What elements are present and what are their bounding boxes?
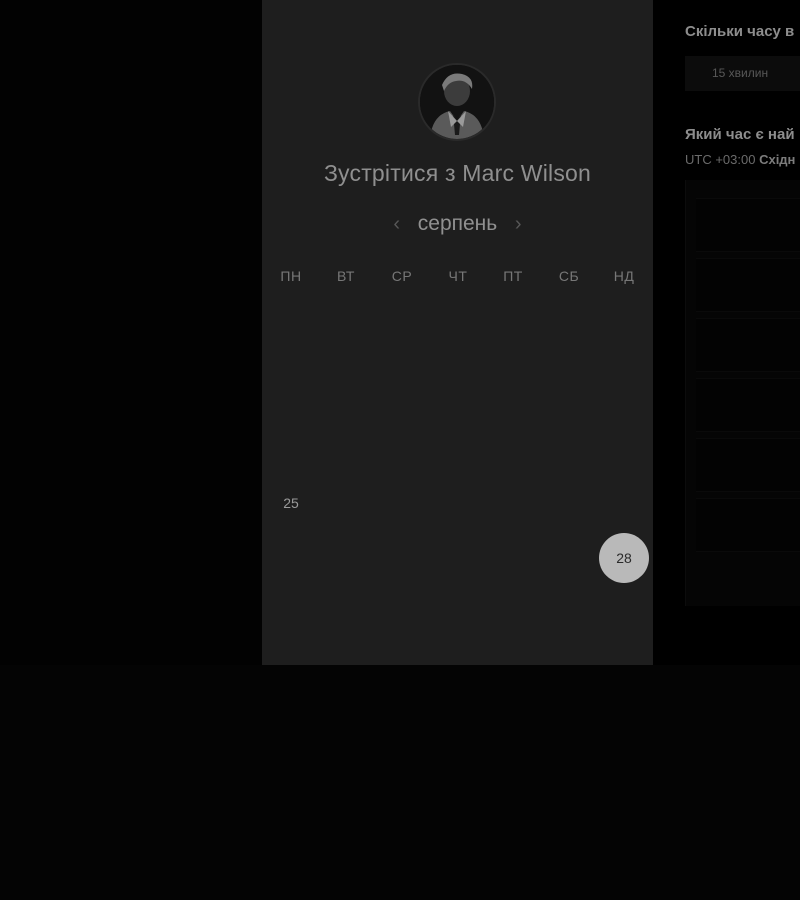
- calendar-day[interactable]: 25: [266, 478, 316, 528]
- time-question: Який час є най: [685, 126, 795, 143]
- calendar-day: [377, 366, 427, 416]
- month-navigation: ‹ серпень ›: [262, 208, 653, 240]
- footer-area: [0, 665, 800, 900]
- calendar-day: [544, 310, 594, 360]
- calendar-day: [377, 310, 427, 360]
- page-title: Зустрітися з Marc Wilson: [323, 160, 592, 186]
- calendar-day-selected[interactable]: 28: [599, 533, 649, 583]
- calendar-day: [266, 366, 316, 416]
- weekday-header: ПН ВТ СР ЧТ ПТ СБ НД: [262, 268, 653, 292]
- avatar: [418, 63, 496, 141]
- calendar-day: [599, 310, 649, 360]
- time-slot[interactable]: [696, 198, 800, 252]
- month-label: серпень: [417, 212, 498, 235]
- time-slot[interactable]: [696, 258, 800, 312]
- calendar-day: [544, 422, 594, 472]
- calendar-day: [377, 533, 427, 583]
- duration-question: Скільки часу в: [685, 23, 795, 40]
- calendar-day: [321, 310, 371, 360]
- calendar-day: [377, 422, 427, 472]
- weekday-label: СР: [391, 268, 413, 284]
- calendar-day: [488, 533, 538, 583]
- calendar-day: [377, 478, 427, 528]
- calendar-day: [321, 422, 371, 472]
- calendar-day: [321, 366, 371, 416]
- calendar-day: [433, 422, 483, 472]
- calendar-day: [599, 422, 649, 472]
- timezone-selector[interactable]: UTC +03:00 Східн: [685, 152, 795, 167]
- scheduling-page: Зустрітися з Marc Wilson ‹ серпень › ПН …: [0, 0, 800, 900]
- time-slot[interactable]: [696, 438, 800, 492]
- timezone-name: Східн: [759, 152, 796, 167]
- calendar-day: [433, 533, 483, 583]
- weekday-label: ПН: [280, 268, 302, 284]
- calendar-day: [266, 533, 316, 583]
- calendar-day: [544, 533, 594, 583]
- calendar-card: Зустрітися з Marc Wilson ‹ серпень › ПН …: [262, 0, 653, 665]
- next-month-icon[interactable]: ›: [503, 213, 533, 236]
- weekday-label: ПТ: [503, 268, 523, 284]
- calendar-day: [599, 366, 649, 416]
- calendar-day: [433, 310, 483, 360]
- calendar-day: [599, 478, 649, 528]
- overlay-left: [0, 0, 262, 665]
- duration-option[interactable]: 15 хвилин: [685, 56, 800, 91]
- calendar-day: [488, 310, 538, 360]
- calendar-day: [266, 422, 316, 472]
- time-slot-list: [685, 180, 800, 606]
- weekday-label: ЧТ: [448, 268, 468, 284]
- weekday-label: СБ: [558, 268, 580, 284]
- calendar-day: [266, 310, 316, 360]
- weekday-label: ВТ: [337, 268, 355, 284]
- calendar-day: [321, 533, 371, 583]
- person-portrait-icon: [420, 65, 494, 139]
- calendar-day: [433, 478, 483, 528]
- timezone-offset: UTC +03:00: [685, 152, 756, 167]
- calendar-day: [488, 422, 538, 472]
- calendar-day: [433, 366, 483, 416]
- time-slot[interactable]: [696, 498, 800, 552]
- weekday-label: НД: [613, 268, 635, 284]
- calendar-day: [321, 478, 371, 528]
- time-slot[interactable]: [696, 378, 800, 432]
- prev-month-icon[interactable]: ‹: [382, 213, 412, 236]
- calendar-day: [544, 478, 594, 528]
- calendar-day: [544, 366, 594, 416]
- calendar-day: [488, 366, 538, 416]
- calendar-day: [488, 478, 538, 528]
- booking-options-panel: Скільки часу в 15 хвилин Який час є най …: [653, 0, 800, 665]
- time-slot[interactable]: [696, 318, 800, 372]
